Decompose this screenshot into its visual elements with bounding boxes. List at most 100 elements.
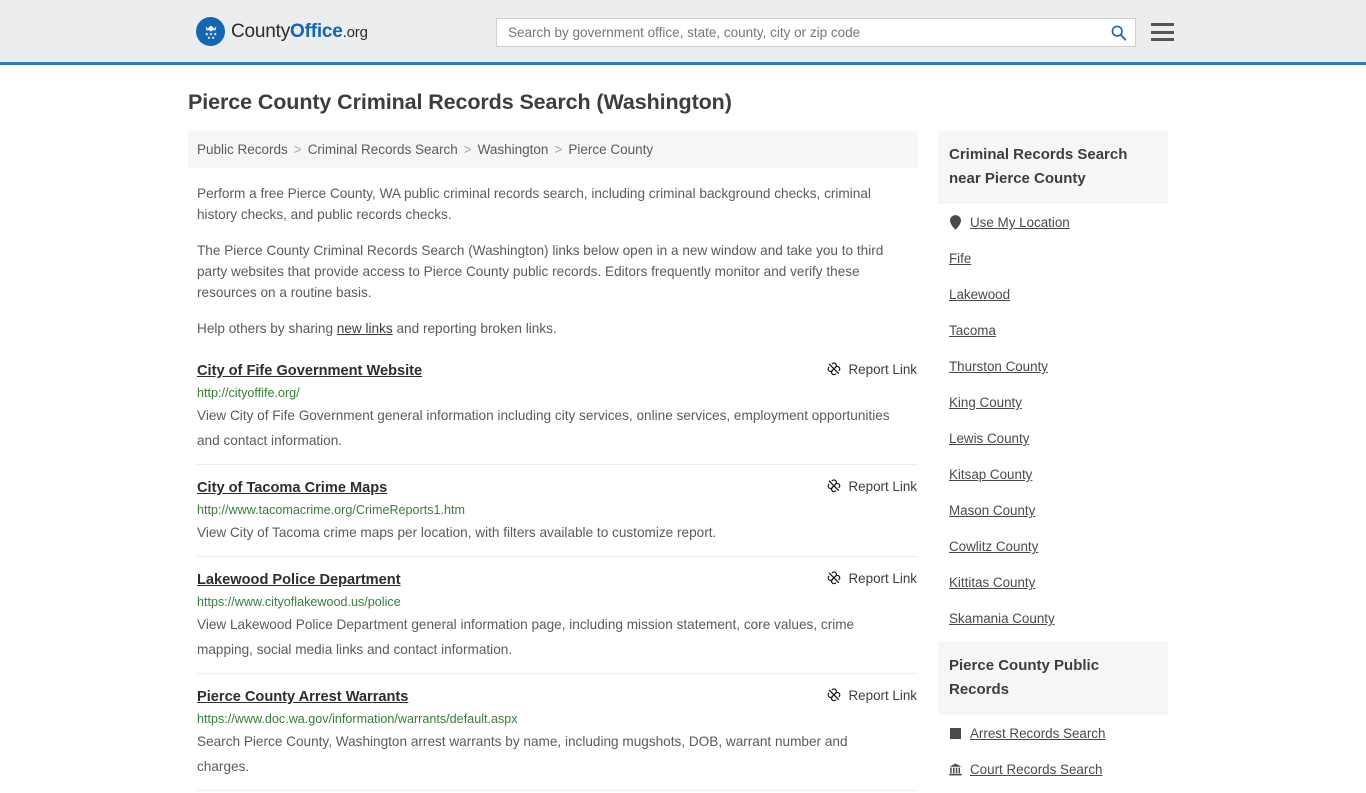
- result-header: City of Fife Government Website Report Li…: [197, 361, 918, 381]
- report-link-button[interactable]: Report Link: [826, 361, 917, 377]
- result-title-link[interactable]: City of Tacoma Crime Maps: [197, 478, 387, 498]
- breadcrumb-item-2[interactable]: Criminal Records Search: [308, 142, 458, 157]
- courthouse-icon: [949, 763, 962, 776]
- sidebar-nearby-link[interactable]: Thurston County: [949, 359, 1048, 374]
- result-item: City of Fife Government Website Report Li…: [197, 361, 918, 465]
- report-link-button[interactable]: Report Link: [826, 687, 917, 703]
- breadcrumb-item-3[interactable]: Washington: [478, 142, 549, 157]
- page-body: Pierce County Criminal Records Search (W…: [0, 90, 1366, 793]
- sidebar-nearby-link[interactable]: Cowlitz County: [949, 539, 1038, 554]
- intro-paragraph-3: Help others by sharing new links and rep…: [197, 318, 909, 339]
- sidebar-public-records-heading: Pierce County Public Records: [938, 642, 1168, 715]
- breadcrumb-separator: >: [293, 142, 302, 157]
- result-description: Search Pierce County, Washington arrest …: [197, 734, 848, 774]
- sidebar-nearby-item[interactable]: Kittitas County: [949, 564, 1157, 600]
- result-title-link[interactable]: Lakewood Police Department: [197, 570, 401, 590]
- sidebar-nearby-item[interactable]: Thurston County: [949, 348, 1157, 384]
- map-pin-icon: [949, 215, 962, 230]
- sidebar-public-records-link[interactable]: Court Records Search: [970, 762, 1102, 777]
- sidebar-nearby-item[interactable]: Lewis County: [949, 420, 1157, 456]
- result-header: Lakewood Police Department Report Link: [197, 570, 918, 590]
- hamburger-bar-2: [1151, 30, 1174, 34]
- sidebar-nearby-link[interactable]: Mason County: [949, 503, 1035, 518]
- sidebar-public-records-item[interactable]: Arrest Records Search: [949, 715, 1157, 751]
- report-link-label: Report Link: [848, 687, 917, 703]
- report-link-button[interactable]: Report Link: [826, 478, 917, 494]
- sidebar-nearby-link[interactable]: Lakewood: [949, 287, 1010, 302]
- search-input[interactable]: [497, 19, 1101, 46]
- content-columns: Public Records > Criminal Records Search > W…: [188, 131, 1178, 793]
- report-link-label: Report Link: [848, 570, 917, 586]
- breadcrumb-item-4[interactable]: Pierce County: [568, 142, 653, 157]
- new-links-link[interactable]: new links: [337, 321, 393, 336]
- sidebar-nearby-item[interactable]: Mason County: [949, 492, 1157, 528]
- broken-link-icon: [826, 687, 842, 703]
- hamburger-bar-1: [1151, 23, 1174, 26]
- sidebar-nearby-link[interactable]: Kittitas County: [949, 575, 1035, 590]
- sidebar-nearby-item[interactable]: Cowlitz County: [949, 528, 1157, 564]
- result-description: View Lakewood Police Department general …: [197, 617, 855, 657]
- page-title: Pierce County Criminal Records Search (W…: [188, 90, 732, 114]
- broken-link-icon: [826, 570, 842, 586]
- sidebar-nearby-item[interactable]: Tacoma: [949, 312, 1157, 348]
- sidebar-nearby-item[interactable]: Kitsap County: [949, 456, 1157, 492]
- sidebar-nearby-item[interactable]: King County: [949, 384, 1157, 420]
- sidebar-nearby-item[interactable]: Lakewood: [949, 276, 1157, 312]
- sidebar-nearby-link[interactable]: Lewis County: [949, 431, 1029, 446]
- sidebar-nearby-link[interactable]: Skamania County: [949, 611, 1055, 626]
- sidebar-nearby-link[interactable]: Fife: [949, 251, 971, 266]
- result-item: City of Tacoma Crime Maps Report Link http…: [197, 465, 918, 557]
- results-list: City of Fife Government Website Report Li…: [188, 361, 918, 791]
- sidebar-public-records-link[interactable]: Arrest Records Search: [970, 726, 1105, 741]
- intro-paragraph-1: Perform a free Pierce County, WA public …: [197, 186, 871, 222]
- sidebar-nearby-item[interactable]: Fife: [949, 240, 1157, 276]
- sidebar-nearby-link[interactable]: Use My Location: [970, 215, 1070, 230]
- broken-link-icon: [826, 361, 842, 377]
- result-item: Pierce County Arrest Warrants Report Link…: [197, 674, 918, 791]
- main-column: Public Records > Criminal Records Search > W…: [188, 131, 918, 793]
- result-url[interactable]: https://www.doc.wa.gov/information/warra…: [197, 711, 918, 728]
- result-url[interactable]: http://cityoffife.org/: [197, 385, 918, 402]
- result-description: View City of Fife Government general inf…: [197, 408, 890, 448]
- sidebar-nearby-heading: Criminal Records Search near Pierce Coun…: [938, 131, 1168, 204]
- logo-text-county: County: [231, 21, 291, 42]
- logo-text-org: .org: [342, 24, 368, 41]
- sidebar-nearby-link[interactable]: Kitsap County: [949, 467, 1032, 482]
- sidebar: Criminal Records Search near Pierce Coun…: [938, 131, 1168, 793]
- report-link-button[interactable]: Report Link: [826, 570, 917, 586]
- sidebar-nearby-link[interactable]: King County: [949, 395, 1022, 410]
- sidebar-nearby-list: Use My Location Fife Lakewood Tacoma Thursto…: [938, 204, 1168, 636]
- broken-link-icon: [826, 478, 842, 494]
- result-item: Lakewood Police Department Report Link htt…: [197, 557, 918, 674]
- site-header: CountyOffice.org: [0, 0, 1366, 65]
- result-title-link[interactable]: Pierce County Arrest Warrants: [197, 687, 408, 707]
- sidebar-nearby-link[interactable]: Tacoma: [949, 323, 996, 338]
- intro-p3-after: and reporting broken links.: [392, 321, 557, 336]
- square-icon: [949, 728, 962, 739]
- intro-paragraph-2: The Pierce County Criminal Records Searc…: [197, 243, 884, 300]
- sidebar-public-records-item[interactable]: Court Records Search: [949, 751, 1157, 787]
- report-link-label: Report Link: [848, 361, 917, 377]
- site-logo[interactable]: CountyOffice.org: [196, 17, 368, 46]
- result-header: City of Tacoma Crime Maps Report Link: [197, 478, 918, 498]
- site-logo-text: CountyOffice.org: [231, 22, 368, 41]
- result-header: Pierce County Arrest Warrants Report Link: [197, 687, 918, 707]
- breadcrumb-item-1[interactable]: Public Records: [197, 142, 288, 157]
- breadcrumb-separator: >: [463, 142, 472, 157]
- result-url[interactable]: http://www.tacomacrime.org/CrimeReports1…: [197, 502, 918, 519]
- eagle-stars-logo-icon: [196, 17, 225, 46]
- sidebar-nearby-item[interactable]: Skamania County: [949, 600, 1157, 636]
- breadcrumb: Public Records > Criminal Records Search > W…: [188, 131, 918, 168]
- hamburger-menu-icon[interactable]: [1151, 21, 1174, 43]
- sidebar-nearby-item[interactable]: Use My Location: [949, 204, 1157, 240]
- result-url[interactable]: https://www.cityoflakewood.us/police: [197, 594, 918, 611]
- square-glyph: [950, 728, 961, 739]
- search-button[interactable]: [1101, 19, 1135, 46]
- search-bar: [496, 18, 1136, 47]
- report-link-label: Report Link: [848, 478, 917, 494]
- logo-text-office: Office: [290, 21, 343, 42]
- result-title-link[interactable]: City of Fife Government Website: [197, 361, 422, 381]
- result-description: View City of Tacoma crime maps per locat…: [197, 525, 717, 540]
- breadcrumb-separator: >: [554, 142, 563, 157]
- sidebar-block-nearby: Criminal Records Search near Pierce Coun…: [938, 131, 1168, 636]
